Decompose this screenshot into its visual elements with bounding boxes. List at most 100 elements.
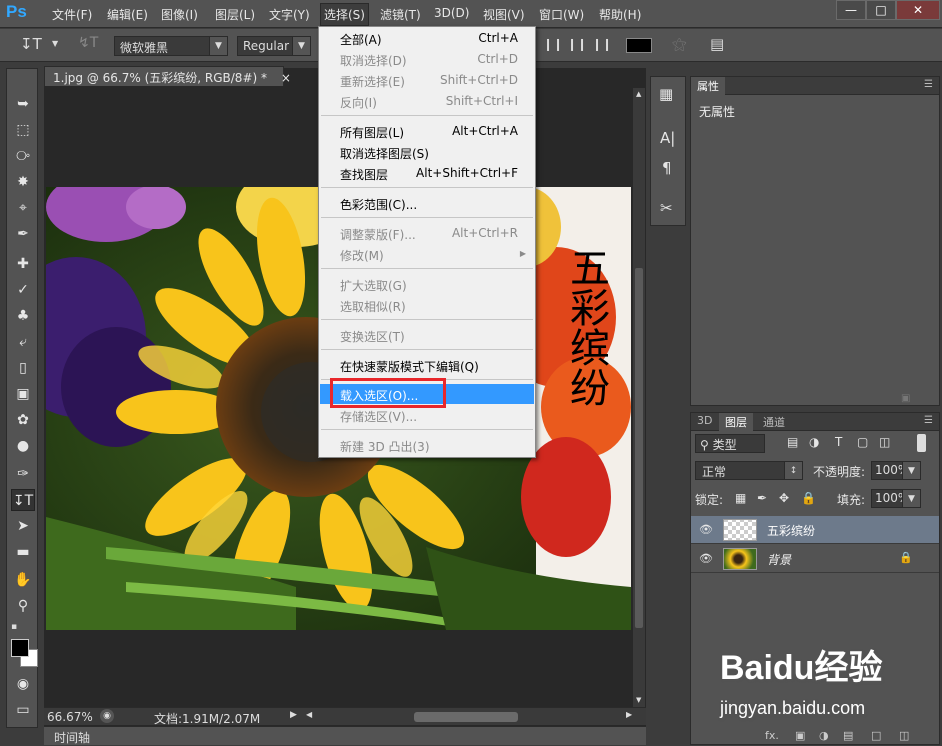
menu-item-all-layers[interactable]: 所有图层(L) Alt+Ctrl+A bbox=[320, 121, 534, 141]
menu-select[interactable]: 选择(S) bbox=[320, 3, 369, 26]
hand-tool-icon[interactable]: ✋ bbox=[11, 569, 35, 591]
horizontal-scroll-thumb[interactable] bbox=[414, 712, 518, 722]
visibility-eye-icon[interactable]: 👁 bbox=[699, 552, 713, 565]
align-left-icon[interactable]: ❙❙ bbox=[543, 37, 563, 55]
menu-item-deselect-layers[interactable]: 取消选择图层(S) bbox=[320, 142, 534, 162]
clone-stamp-tool-icon[interactable]: ♣ bbox=[11, 305, 35, 327]
foreground-color-swatch[interactable] bbox=[11, 639, 29, 657]
lasso-tool-icon[interactable]: ⧂ bbox=[11, 145, 35, 167]
status-menu-arrow-icon[interactable]: ▶ bbox=[290, 710, 297, 720]
menu-item-new-3d-extrusion[interactable]: 新建 3D 凸出(3) bbox=[320, 435, 534, 455]
timeline-panel[interactable]: 时间轴 bbox=[44, 726, 646, 745]
default-colors-icon[interactable]: ▪ bbox=[11, 622, 21, 632]
lock-all-icon[interactable]: 🔒 bbox=[801, 491, 816, 505]
menu-item-modify[interactable]: 修改(M) ▶ bbox=[320, 244, 534, 264]
blur-tool-icon[interactable]: ✿ bbox=[11, 409, 35, 431]
trash-icon[interactable]: ◫ bbox=[899, 729, 909, 742]
hscroll-left-icon[interactable]: ◀ bbox=[306, 710, 312, 719]
dodge-tool-icon[interactable]: ● bbox=[11, 435, 35, 457]
blend-mode-select[interactable]: 正常 ↕ bbox=[695, 461, 803, 480]
document-tab[interactable]: 1.jpg @ 66.7% (五彩缤纷, RGB/8#) * × bbox=[44, 66, 291, 86]
quick-mask-icon[interactable]: ◉ bbox=[11, 673, 35, 695]
group-icon[interactable]: ▤ bbox=[843, 729, 853, 742]
layer-filter-select[interactable]: ⚲ 类型 bbox=[695, 434, 765, 453]
menu-item-quick-mask[interactable]: 在快速蒙版模式下编辑(Q) bbox=[320, 355, 534, 375]
menu-view[interactable]: 视图(V) bbox=[483, 6, 525, 24]
menu-edit[interactable]: 编辑(E) bbox=[107, 6, 148, 24]
info-icon[interactable]: ◉ bbox=[100, 709, 114, 723]
layer-row[interactable]: 👁 五彩缤纷 bbox=[691, 516, 939, 544]
layer-row[interactable]: 👁 背景 🔒 bbox=[691, 545, 939, 573]
menu-window[interactable]: 窗口(W) bbox=[539, 6, 584, 24]
zoom-tool-icon[interactable]: ⚲ bbox=[11, 595, 35, 617]
shape-filter-icon[interactable]: ▢ bbox=[857, 435, 868, 449]
menu-item-transform-selection[interactable]: 变换选区(T) bbox=[320, 325, 534, 345]
eraser-tool-icon[interactable]: ▯ bbox=[11, 357, 35, 379]
history-panel-icon[interactable]: ▦ bbox=[659, 85, 673, 103]
font-family-select[interactable]: 微软雅黑 ▼ bbox=[114, 36, 228, 56]
scroll-thumb[interactable] bbox=[635, 268, 643, 628]
panel-menu-icon[interactable]: ☰ bbox=[924, 415, 933, 426]
tab-3d[interactable]: 3D bbox=[691, 413, 718, 431]
rectangle-tool-icon[interactable]: ▬ bbox=[11, 541, 35, 563]
type-tool-preset-icon[interactable]: ↧T bbox=[20, 35, 48, 55]
eyedropper-tool-icon[interactable]: ✒ bbox=[11, 223, 35, 245]
opacity-input[interactable]: 100% ▼ bbox=[871, 461, 921, 480]
tab-layers[interactable]: 图层 bbox=[719, 413, 753, 431]
menu-3d[interactable]: 3D(D) bbox=[434, 6, 469, 24]
history-brush-tool-icon[interactable]: ⤶ bbox=[11, 331, 35, 353]
orientation-toggle-icon[interactable]: ↯T bbox=[78, 35, 98, 55]
menu-item-find-layers[interactable]: 查找图层 Alt+Shift+Ctrl+F bbox=[320, 163, 534, 183]
close-tab-icon[interactable]: × bbox=[281, 71, 291, 85]
visibility-eye-icon[interactable]: 👁 bbox=[699, 523, 713, 536]
align-right-icon[interactable]: ❙❙ bbox=[592, 37, 612, 55]
hscroll-right-icon[interactable]: ▶ bbox=[626, 710, 632, 719]
preset-dropdown-icon[interactable]: ▼ bbox=[52, 39, 58, 48]
smart-object-filter-icon[interactable]: ◫ bbox=[879, 435, 890, 449]
move-tool-icon[interactable]: ➥ bbox=[11, 93, 35, 115]
trash-icon[interactable]: ▣ bbox=[901, 393, 910, 404]
menu-item-inverse[interactable]: 反向(I) Shift+Ctrl+I bbox=[320, 91, 534, 111]
menu-image[interactable]: 图像(I) bbox=[161, 6, 198, 24]
menu-item-save-selection[interactable]: 存储选区(V)... bbox=[320, 405, 534, 425]
menu-help[interactable]: 帮助(H) bbox=[599, 6, 641, 24]
character-panel-icon[interactable]: A| bbox=[660, 129, 675, 147]
magic-wand-tool-icon[interactable]: ✸ bbox=[11, 171, 35, 193]
layer-name[interactable]: 背景 bbox=[767, 551, 791, 568]
screen-mode-icon[interactable]: ▭ bbox=[11, 699, 35, 721]
menu-item-similar[interactable]: 选取相似(R) bbox=[320, 295, 534, 315]
type-filter-icon[interactable]: T bbox=[835, 435, 842, 449]
pixel-filter-icon[interactable]: ▤ bbox=[787, 435, 798, 449]
paragraph-panel-icon[interactable]: ¶ bbox=[662, 159, 672, 177]
adjustment-layer-icon[interactable]: ◑ bbox=[819, 729, 829, 742]
path-selection-tool-icon[interactable]: ➤ bbox=[11, 515, 35, 537]
menu-item-deselect[interactable]: 取消选择(D) Ctrl+D bbox=[320, 49, 534, 69]
fx-icon[interactable]: fx. bbox=[765, 729, 779, 742]
text-color-swatch[interactable] bbox=[626, 38, 652, 53]
menu-type[interactable]: 文字(Y) bbox=[269, 6, 310, 24]
layer-name[interactable]: 五彩缤纷 bbox=[767, 522, 815, 539]
lock-paint-icon[interactable]: ✒ bbox=[757, 491, 767, 505]
new-layer-icon[interactable]: □ bbox=[871, 729, 881, 742]
brush-tool-icon[interactable]: ✓ bbox=[11, 279, 35, 301]
pen-tool-icon[interactable]: ✑ bbox=[11, 463, 35, 485]
scroll-down-icon[interactable]: ▼ bbox=[636, 696, 641, 704]
close-button[interactable]: ✕ bbox=[896, 0, 940, 20]
font-style-select[interactable]: Regular ▼ bbox=[237, 36, 311, 56]
minimize-button[interactable]: — bbox=[836, 0, 866, 20]
vertical-scrollbar[interactable]: ▲ ▼ bbox=[633, 88, 645, 708]
character-panel-icon[interactable]: ▤ bbox=[710, 35, 730, 55]
healing-brush-tool-icon[interactable]: ✚ bbox=[11, 253, 35, 275]
adjustment-filter-icon[interactable]: ◑ bbox=[809, 435, 819, 449]
type-tool-icon[interactable]: ↧T bbox=[11, 489, 35, 511]
canvas-text-layer[interactable]: 五彩缤纷 bbox=[558, 247, 609, 407]
align-center-icon[interactable]: ❙❙ bbox=[567, 37, 587, 55]
scroll-up-icon[interactable]: ▲ bbox=[636, 90, 641, 98]
gradient-tool-icon[interactable]: ▣ bbox=[11, 383, 35, 405]
menu-item-grow[interactable]: 扩大选取(G) bbox=[320, 274, 534, 294]
add-mask-icon[interactable]: ▣ bbox=[795, 729, 805, 742]
fill-input[interactable]: 100% ▼ bbox=[871, 489, 921, 508]
lock-transparent-icon[interactable]: ▦ bbox=[735, 491, 746, 505]
menu-item-all[interactable]: 全部(A) Ctrl+A bbox=[320, 28, 534, 48]
marquee-tool-icon[interactable]: ⬚ bbox=[11, 119, 35, 141]
